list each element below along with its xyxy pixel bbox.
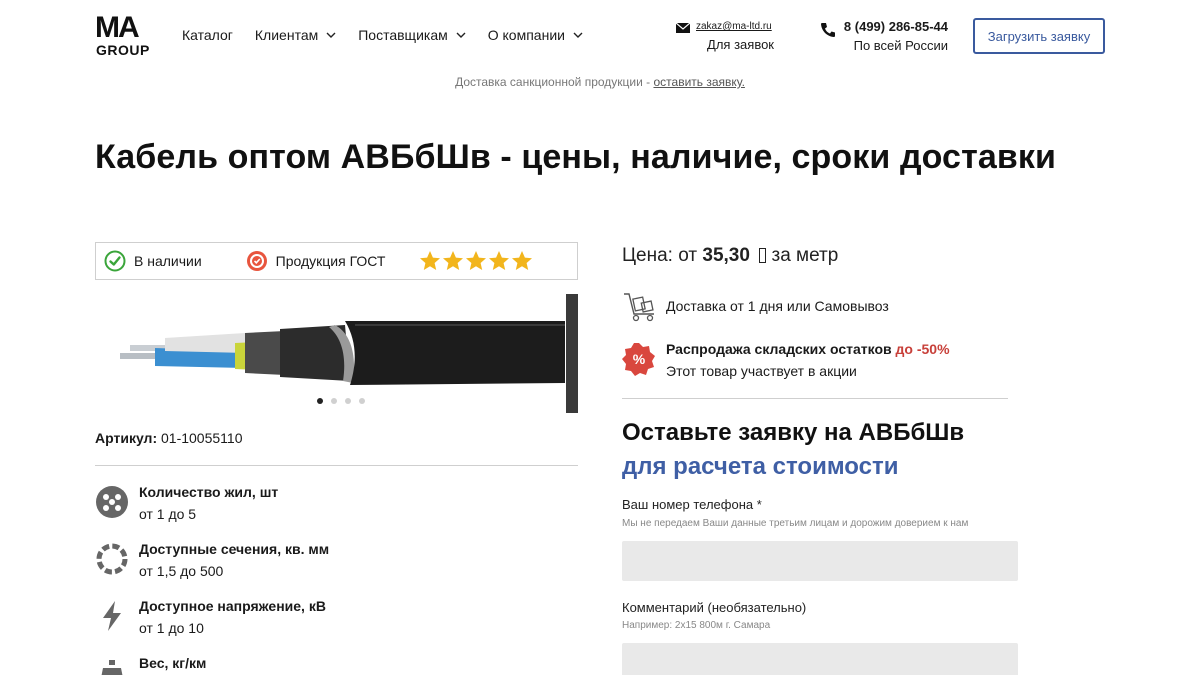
- gallery-dot[interactable]: [359, 398, 365, 404]
- spec-value: от 1,5 до 500: [139, 563, 224, 579]
- spec-title: Доступное напряжение, кВ: [139, 598, 326, 614]
- spec-item: Количество жил, шт от 1 до 5: [95, 483, 278, 523]
- star-icon: [489, 251, 510, 270]
- comment-input[interactable]: [622, 643, 1018, 675]
- contact-phone: 8 (499) 286-85-44 По всей России: [820, 18, 948, 53]
- nav-item-3[interactable]: О компании: [488, 27, 583, 43]
- article-value: 01-10055110: [161, 430, 243, 446]
- cores-icon: [96, 486, 128, 518]
- rating-stars: [419, 250, 533, 272]
- sale-title-row: Распродажа складских остатков до -50%: [666, 340, 950, 358]
- delivery-text: Доставка от 1 дня или Самовывоз: [666, 298, 889, 314]
- star-icon: [420, 251, 441, 270]
- notice-link[interactable]: оставить заявку.: [653, 75, 744, 89]
- spec-item: Вес, кг/км: [95, 654, 206, 675]
- price-prefix: Цена: от: [622, 245, 703, 266]
- spec-value: от 1 до 5: [139, 506, 197, 522]
- voltage-icon: [103, 601, 121, 631]
- chevron-down-icon: [573, 32, 583, 38]
- article-number: Артикул: 01-10055110: [95, 430, 242, 446]
- badge-gost-label: Продукция ГОСТ: [275, 253, 386, 269]
- badge-in-stock: В наличии: [104, 250, 202, 272]
- comment-field-hint: Например: 2х15 800м г. Самара: [622, 620, 771, 631]
- article-label: Артикул:: [95, 430, 158, 446]
- comment-field-label: Комментарий (необязательно): [622, 600, 807, 615]
- price-amount: 35,30: [702, 245, 750, 266]
- cable-end-bar: [566, 294, 578, 413]
- mail-icon: [676, 23, 690, 33]
- sale-discount: до -50%: [895, 341, 950, 357]
- sale-info: % Распродажа складских остатков до -50% …: [622, 340, 950, 380]
- nav-item-1[interactable]: Клиентам: [255, 27, 336, 43]
- nav-item-label: Клиентам: [254, 27, 319, 43]
- badge-in-stock-label: В наличии: [134, 253, 202, 269]
- divider: [95, 465, 578, 466]
- gost-seal-icon: [246, 251, 267, 271]
- gallery-dot[interactable]: [317, 398, 323, 404]
- delivery-cart-icon: [624, 293, 654, 322]
- gallery-dot[interactable]: [345, 398, 351, 404]
- notice-text: Доставка санкционной продукции -: [455, 75, 654, 89]
- contact-email: zakaz@ma-ltd.ru Для заявок: [676, 20, 776, 52]
- star-icon: [466, 251, 487, 270]
- cable-image: [120, 321, 565, 385]
- product-badges: В наличии Продукция ГОСТ: [95, 242, 578, 280]
- logo[interactable]: MA GROUP: [95, 11, 157, 59]
- nav-item-label: Поставщикам: [358, 27, 448, 43]
- email-link[interactable]: zakaz@ma-ltd.ru: [676, 20, 776, 34]
- phone-caption: По всей России: [853, 38, 948, 53]
- spec-item: Доступные сечения, кв. мм от 1,5 до 500: [95, 540, 329, 580]
- form-title: Оставьте заявку на АВБбШв: [622, 419, 965, 446]
- nav-item-label: О компании: [487, 27, 565, 43]
- nav-item-0[interactable]: Каталог: [182, 27, 233, 43]
- delivery-info: Доставка от 1 дня или Самовывоз: [622, 290, 889, 322]
- percent-badge-icon: %: [622, 343, 655, 376]
- check-circle-icon: [104, 250, 126, 272]
- gallery-dot[interactable]: [331, 398, 337, 404]
- spec-title: Доступные сечения, кв. мм: [139, 541, 330, 557]
- star-icon: [443, 251, 464, 270]
- price-suffix: за метр: [766, 245, 839, 266]
- chevron-down-icon: [456, 32, 466, 38]
- page-title: Кабель оптом АВБбШв - цены, наличие, сро…: [95, 138, 1056, 176]
- badge-gost: Продукция ГОСТ: [246, 250, 386, 272]
- phone-field-hint: Мы не передаем Ваши данные третьим лицам…: [622, 518, 969, 529]
- star-icon: [512, 251, 533, 270]
- upload-request-button[interactable]: Загрузить заявку: [973, 18, 1105, 54]
- sale-title: Распродажа складских остатков: [666, 341, 892, 357]
- gallery-pagination: [317, 398, 365, 404]
- spec-item: Доступное напряжение, кВ от 1 до 10: [95, 597, 326, 637]
- spec-title: Вес, кг/км: [139, 655, 207, 671]
- logo-text-bottom: GROUP: [96, 42, 150, 58]
- nav-item-2[interactable]: Поставщикам: [358, 27, 466, 43]
- svg-text:%: %: [633, 351, 646, 367]
- phone-input[interactable]: [622, 541, 1018, 581]
- divider: [622, 398, 1008, 399]
- price: Цена: от 35,30 за метр: [622, 245, 838, 267]
- phone-number[interactable]: 8 (499) 286-85-44: [820, 18, 948, 36]
- section-icon: [96, 543, 128, 575]
- form-subtitle: для расчета стоимости: [622, 453, 899, 480]
- phone-icon: [821, 23, 835, 37]
- chevron-down-icon: [326, 32, 336, 38]
- weight-icon: [101, 660, 123, 675]
- main-nav: Каталог Клиентам Поставщикам О компании: [182, 27, 605, 43]
- spec-title: Количество жил, шт: [139, 484, 279, 500]
- site-header: MA GROUP Каталог Клиентам Поставщикам О ком…: [0, 0, 1200, 70]
- email-caption: Для заявок: [707, 37, 774, 52]
- sanction-notice: Доставка санкционной продукции - оставит…: [0, 75, 1200, 89]
- spec-value: от 1 до 10: [139, 620, 204, 636]
- sale-subtitle: Этот товар участвует в акции: [666, 363, 857, 379]
- nav-item-label: Каталог: [182, 27, 233, 43]
- product-image-gallery[interactable]: [95, 293, 579, 413]
- phone-field-label: Ваш номер телефона *: [622, 497, 762, 512]
- logo-text-top: MA: [95, 11, 140, 44]
